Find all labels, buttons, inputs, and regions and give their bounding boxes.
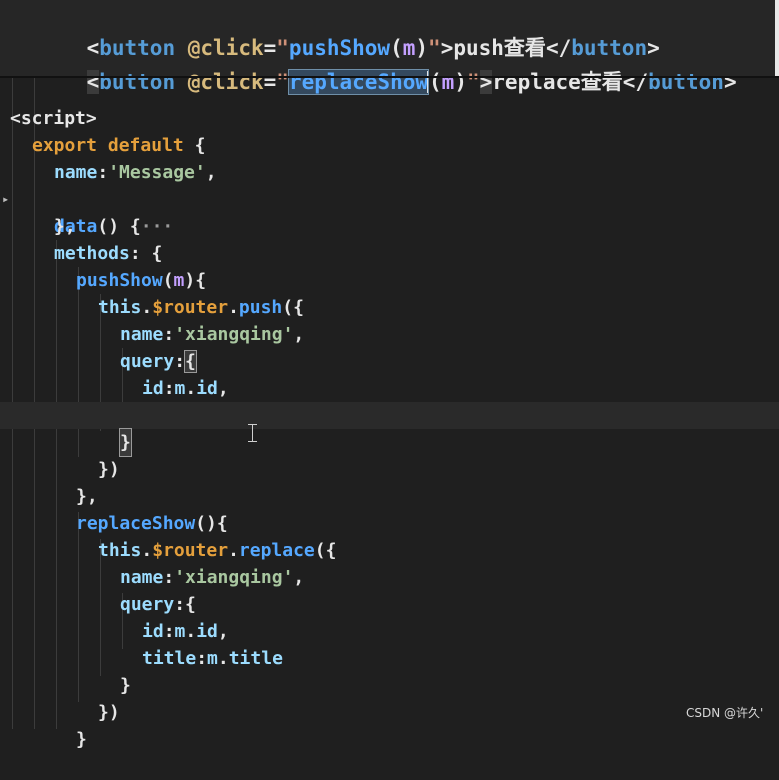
code-line: this.$router.replace({ — [0, 510, 779, 561]
code-line: query:{ — [0, 564, 779, 615]
code-line: }, — [0, 456, 779, 507]
code-line: query:{ — [0, 321, 779, 373]
code-line: this.$router.push({ — [0, 267, 779, 318]
code-line: }, — [0, 186, 779, 237]
code-line: } — [0, 699, 779, 750]
code-line: methods: { — [0, 213, 779, 264]
method-close: } — [76, 729, 87, 750]
current-code-line: } — [0, 402, 779, 457]
code-line: id:m.id, — [0, 591, 779, 642]
code-line: }) — [0, 672, 779, 723]
template-snippet-pane: <button @click="pushShow(m)">push查看</but… — [0, 0, 779, 95]
code-line: name:'xiangqing', — [0, 294, 779, 345]
code-line-folded[interactable]: ▸ data() {··· — [0, 159, 779, 237]
code-line: pushShow(m){ — [0, 240, 779, 291]
code-line: <script> — [0, 78, 779, 129]
code-line: id:m.id, — [0, 348, 779, 399]
code-line: title:m.title — [0, 618, 779, 669]
watermark: CSDN @许久' — [686, 706, 764, 720]
replace-button-line[interactable]: <button @click="replaceShow(m)">replace查… — [36, 37, 737, 95]
code-line: name:'xiangqing', — [0, 537, 779, 588]
code-line: title:m.title — [0, 375, 779, 426]
code-line: export default { — [0, 105, 779, 156]
code-line: } — [0, 645, 779, 696]
text-cursor-icon — [248, 424, 257, 442]
code-line: name:'Message', — [0, 132, 779, 183]
code-line: replaceShow(){ — [0, 483, 779, 534]
window-edge — [775, 0, 779, 76]
code-line: }) — [0, 429, 779, 480]
push-button-line[interactable]: <button @click="pushShow(m)">push查看</but… — [36, 3, 660, 60]
